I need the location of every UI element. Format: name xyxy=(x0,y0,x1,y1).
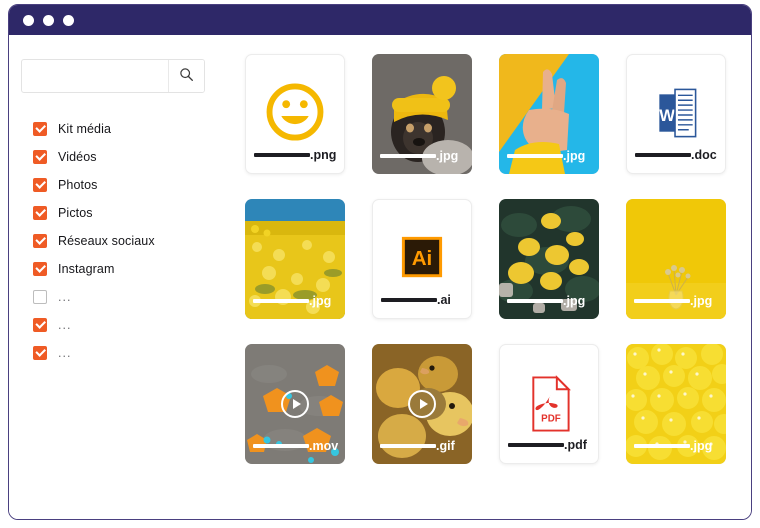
svg-text:Ai: Ai xyxy=(412,247,433,270)
media-library-screen: Kit média Vidéos Photos Pictos Réseaux socia… xyxy=(0,0,760,528)
file-name-redaction-bar xyxy=(634,298,690,303)
window-dot-close-icon[interactable] xyxy=(23,14,34,26)
search-button[interactable] xyxy=(168,60,204,92)
media-card[interactable]: W .doc xyxy=(626,54,726,174)
filter-item-label: Vidéos xyxy=(58,150,97,164)
filter-item[interactable]: ... xyxy=(33,311,237,339)
file-name: .ai xyxy=(381,292,465,307)
search-input[interactable] xyxy=(22,60,168,92)
window-dot-maximize-icon[interactable] xyxy=(63,14,74,26)
media-card[interactable]: .jpg xyxy=(626,344,726,464)
file-extension: .jpg xyxy=(436,148,459,163)
file-extension: .jpg xyxy=(563,293,586,308)
window-dot-minimize-icon[interactable] xyxy=(43,14,54,26)
media-card[interactable]: PDF .pdf xyxy=(499,344,599,464)
search-bar[interactable] xyxy=(21,59,205,93)
media-card[interactable]: .jpg xyxy=(499,54,599,174)
filter-item-label: Photos xyxy=(58,178,98,192)
filter-item-label: ... xyxy=(58,318,72,332)
checkbox-checked-icon[interactable] xyxy=(33,122,47,136)
filter-item[interactable]: ... xyxy=(33,283,237,311)
file-name-redaction-bar xyxy=(254,152,310,157)
file-name-redaction-bar xyxy=(380,153,436,158)
file-name-redaction-bar xyxy=(634,443,690,448)
file-name: .jpg xyxy=(507,148,593,163)
file-name: .pdf xyxy=(508,437,592,452)
file-name-redaction-bar xyxy=(508,442,564,447)
checkbox-checked-icon[interactable] xyxy=(33,234,47,248)
file-name: .jpg xyxy=(507,293,593,308)
file-extension: .jpg xyxy=(563,148,586,163)
filter-item-label: ... xyxy=(58,346,72,360)
filter-item-label: ... xyxy=(58,290,72,304)
filter-item-label: Pictos xyxy=(58,206,93,220)
file-name: .png xyxy=(254,147,338,162)
media-card[interactable]: .jpg xyxy=(499,199,599,319)
filter-item[interactable]: Vidéos xyxy=(33,143,237,171)
checkbox-checked-icon[interactable] xyxy=(33,346,47,360)
sidebar: Kit média Vidéos Photos Pictos Réseaux socia… xyxy=(9,35,237,519)
file-name-redaction-bar xyxy=(635,152,691,157)
media-card[interactable]: .gif xyxy=(372,344,472,464)
filter-item[interactable]: Photos xyxy=(33,171,237,199)
file-extension: .ai xyxy=(437,292,451,307)
checkbox-checked-icon[interactable] xyxy=(33,150,47,164)
search-icon xyxy=(179,67,194,85)
play-icon[interactable] xyxy=(408,390,436,418)
media-card[interactable]: .jpg xyxy=(372,54,472,174)
file-name: .jpg xyxy=(634,438,720,453)
file-name-redaction-bar xyxy=(381,297,437,302)
svg-text:PDF: PDF xyxy=(541,414,561,425)
filter-item[interactable]: Pictos xyxy=(33,199,237,227)
app-window: Kit média Vidéos Photos Pictos Réseaux socia… xyxy=(8,4,752,520)
filter-item[interactable]: Kit média xyxy=(33,115,237,143)
media-card[interactable]: .jpg xyxy=(626,199,726,319)
filter-item[interactable]: Instagram xyxy=(33,255,237,283)
file-name: .jpg xyxy=(634,293,720,308)
file-extension: .doc xyxy=(691,147,717,162)
file-extension: .png xyxy=(310,147,337,162)
filter-list: Kit média Vidéos Photos Pictos Réseaux socia… xyxy=(21,115,237,367)
file-name: .mov xyxy=(253,438,339,453)
file-extension: .pdf xyxy=(564,437,587,452)
file-name-redaction-bar xyxy=(380,443,436,448)
media-card[interactable]: .png xyxy=(245,54,345,174)
file-name: .gif xyxy=(380,438,466,453)
file-name-redaction-bar xyxy=(253,298,309,303)
window-body: Kit média Vidéos Photos Pictos Réseaux socia… xyxy=(9,35,751,519)
file-extension: .jpg xyxy=(690,438,713,453)
checkbox-checked-icon[interactable] xyxy=(33,318,47,332)
media-grid: .png .jpg .jpg W .doc .jpg Ai .ai .jpg .… xyxy=(237,35,751,519)
file-name: .jpg xyxy=(253,293,339,308)
filter-item[interactable]: Réseaux sociaux xyxy=(33,227,237,255)
file-name-redaction-bar xyxy=(507,298,563,303)
file-extension: .jpg xyxy=(690,293,713,308)
play-icon[interactable] xyxy=(281,390,309,418)
filter-item[interactable]: ... xyxy=(33,339,237,367)
filter-item-label: Réseaux sociaux xyxy=(58,234,155,248)
window-titlebar xyxy=(9,5,751,35)
media-card[interactable]: .mov xyxy=(245,344,345,464)
file-name: .doc xyxy=(635,147,719,162)
file-name: .jpg xyxy=(380,148,466,163)
svg-text:W: W xyxy=(659,106,675,125)
filter-item-label: Instagram xyxy=(58,262,115,276)
media-card[interactable]: .jpg xyxy=(245,199,345,319)
media-card[interactable]: Ai .ai xyxy=(372,199,472,319)
file-extension: .gif xyxy=(436,438,455,453)
file-extension: .mov xyxy=(309,438,339,453)
checkbox-checked-icon[interactable] xyxy=(33,206,47,220)
checkbox-checked-icon[interactable] xyxy=(33,262,47,276)
filter-item-label: Kit média xyxy=(58,122,112,136)
file-extension: .jpg xyxy=(309,293,332,308)
file-name-redaction-bar xyxy=(507,153,563,158)
file-name-redaction-bar xyxy=(253,443,309,448)
checkbox-unchecked-icon[interactable] xyxy=(33,290,47,304)
checkbox-checked-icon[interactable] xyxy=(33,178,47,192)
